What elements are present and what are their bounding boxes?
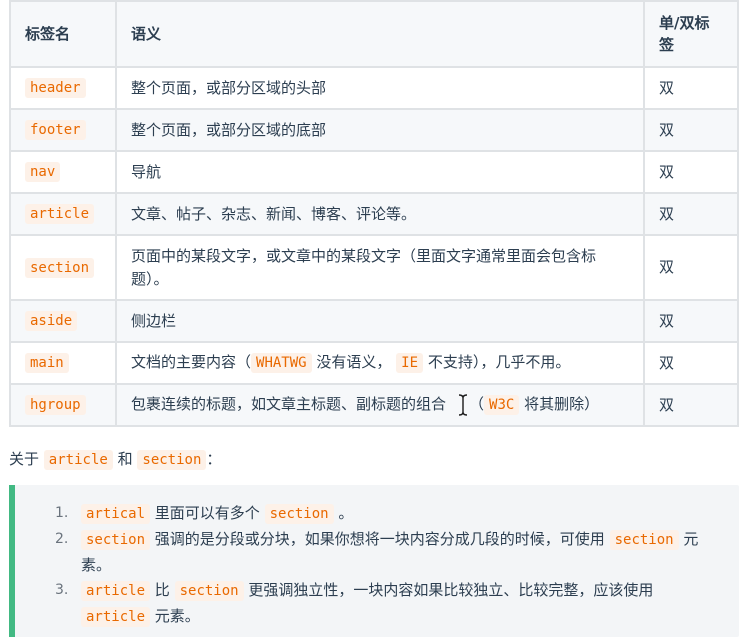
- tag-code: aside: [25, 311, 78, 331]
- list-text: 元素。: [154, 607, 200, 625]
- text-cursor-icon: [458, 393, 468, 416]
- list-item: 1. artical 里面可以有多个 section 。: [55, 501, 717, 527]
- about-paragraph: 关于 article 和 section：: [9, 448, 221, 471]
- tag-code: nav: [25, 162, 61, 182]
- tag-code: hgroup: [25, 395, 86, 415]
- meaning-cell: 包裹连续的标题，如文章主标题、副标题的组合 （W3C 将其删除）: [115, 383, 645, 427]
- about-prefix: 关于: [9, 450, 40, 468]
- tag-cell: article: [9, 192, 117, 236]
- meaning-cell: 整个页面，或部分区域的头部: [115, 66, 645, 110]
- tag-code: main: [25, 353, 69, 373]
- meaning-cell: 页面中的某段文字，或文章中的某段文字（里面文字通常里面会包含标题）。: [115, 234, 645, 301]
- table-row: header 整个页面，或部分区域的头部 双: [9, 66, 739, 110]
- meaning-cell: 整个页面，或部分区域的底部: [115, 108, 645, 152]
- tag-code: header: [25, 78, 86, 98]
- pair-cell: 双: [643, 341, 739, 385]
- semantic-tags-table: 标签名 语义 单/双标签 header 整个页面，或部分区域的头部 双 foot…: [9, 0, 739, 427]
- code-inline: section: [174, 581, 244, 601]
- meaning-text: 将其删除）: [524, 395, 600, 413]
- table-row: footer 整个页面，或部分区域的底部 双: [9, 108, 739, 152]
- list-number: 2.: [55, 531, 69, 547]
- pair-cell: 双: [643, 108, 739, 152]
- list-number: 1.: [55, 505, 69, 521]
- pair-cell: 双: [643, 192, 739, 236]
- header-tag-name: 标签名: [9, 0, 117, 68]
- about-suffix: ：: [206, 450, 222, 468]
- pair-cell: 双: [643, 66, 739, 110]
- table-row: nav 导航 双: [9, 150, 739, 194]
- header-pair-type: 单/双标签: [643, 0, 739, 68]
- tag-cell: hgroup: [9, 383, 117, 427]
- meaning-cell: 文章、帖子、杂志、新闻、博客、评论等。: [115, 192, 645, 236]
- code-inline: section: [81, 530, 151, 550]
- meaning-cell: 侧边栏: [115, 299, 645, 343]
- about-mid: 和: [117, 450, 133, 468]
- code-inline: section: [609, 530, 679, 550]
- meaning-text: 不支持），几乎不用。: [427, 353, 571, 371]
- tag-code: article: [25, 204, 95, 224]
- tag-cell: header: [9, 66, 117, 110]
- meaning-text: （: [469, 395, 485, 413]
- list-number: 3.: [55, 582, 69, 598]
- table-header-row: 标签名 语义 单/双标签: [9, 0, 739, 68]
- code-inline: section: [264, 504, 334, 524]
- code-inline: article: [81, 581, 151, 601]
- table-row: main 文档的主要内容（ WHATWG 没有语义， IE 不支持），几乎不用。 …: [9, 341, 739, 385]
- tag-code: section: [25, 257, 95, 278]
- w3c-code: W3C: [484, 395, 520, 415]
- list-text: 里面可以有多个: [154, 504, 260, 522]
- list-text: 更强调独立性，一块内容如果比较独立、比较完整，应该使用: [248, 581, 654, 599]
- pair-cell: 双: [643, 299, 739, 343]
- pair-cell: 双: [643, 234, 739, 301]
- meaning-text: 没有语义，: [316, 353, 392, 371]
- meaning-cell: 文档的主要内容（ WHATWG 没有语义， IE 不支持），几乎不用。: [115, 341, 645, 385]
- whatwg-code: WHATWG: [251, 353, 312, 373]
- table-row: section 页面中的某段文字，或文章中的某段文字（里面文字通常里面会包含标题…: [9, 234, 739, 301]
- article-code: article: [43, 450, 113, 470]
- list-text: 比: [154, 581, 170, 599]
- list-text: 强调的是分段或分块，如果你想将一块内容分成几段的时候，可使用: [154, 530, 605, 548]
- tag-cell: nav: [9, 150, 117, 194]
- meaning-text: 文档的主要内容（: [131, 353, 252, 371]
- table-row: article 文章、帖子、杂志、新闻、博客、评论等。 双: [9, 192, 739, 236]
- meaning-text: 包裹连续的标题，如文章主标题、副标题的组合: [131, 395, 447, 413]
- tag-cell: aside: [9, 299, 117, 343]
- code-inline: artical: [81, 504, 151, 524]
- list-item: 2. section 强调的是分段或分块，如果你想将一块内容分成几段的时候，可使…: [55, 527, 717, 578]
- list-text: 。: [338, 504, 354, 522]
- tip-block: 1. artical 里面可以有多个 section 。 2. section …: [9, 485, 739, 637]
- pair-cell: 双: [643, 150, 739, 194]
- tag-code: footer: [25, 120, 86, 140]
- tag-cell: main: [9, 341, 117, 385]
- header-meaning: 语义: [115, 0, 645, 68]
- tag-cell: footer: [9, 108, 117, 152]
- ie-code: IE: [396, 353, 424, 373]
- list-item: 3. article 比 section 更强调独立性，一块内容如果比较独立、比…: [55, 578, 717, 630]
- table-row: aside 侧边栏 双: [9, 299, 739, 343]
- table-row: hgroup 包裹连续的标题，如文章主标题、副标题的组合 （W3C 将其删除） 双: [9, 383, 739, 427]
- pair-cell: 双: [643, 383, 739, 427]
- meaning-cell: 导航: [115, 150, 645, 194]
- tip-list: 1. artical 里面可以有多个 section 。 2. section …: [15, 485, 739, 630]
- tag-cell: section: [9, 234, 117, 301]
- code-inline: article: [81, 607, 151, 627]
- section-code: section: [137, 450, 207, 470]
